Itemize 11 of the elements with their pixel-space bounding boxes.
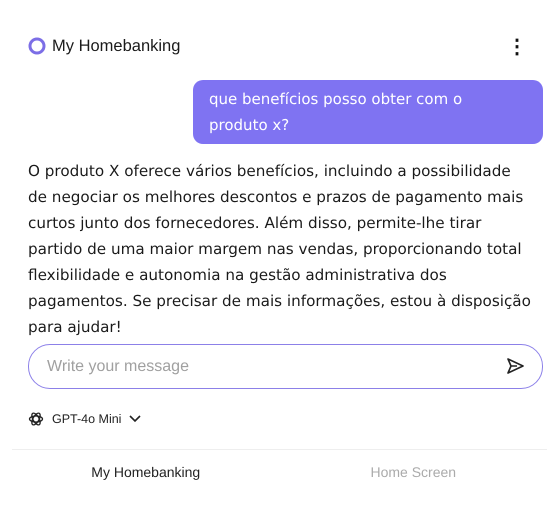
user-message-bubble: que benefícios posso obter com o produto x?	[193, 80, 543, 144]
more-menu-button[interactable]: ⋮	[503, 34, 531, 58]
logo-icon	[28, 37, 46, 55]
tab[interactable]: My Homebanking	[12, 450, 280, 494]
chevron-down-icon	[129, 415, 142, 423]
message-input-field[interactable]: Write your message	[28, 344, 543, 389]
assistant-message: O produto X oferece vários benefícios, incluindo a possibilidade de negociar os melhores descontos e prazos de pagamento mais curtos junto dos fornecedores. Além disso, permite-lhe tirar partido de uma maior margem nas vendas, proporcionando total flexibilidade e autonomia na gestão administrativa dos pagamentos. Se precisar de mais informações, estou à disposição para ajudar!	[28, 161, 532, 338]
model-logo-icon	[28, 411, 44, 427]
model-selector[interactable]: GPT-4o Mini	[52, 412, 142, 426]
app-title: My Homebanking	[52, 36, 180, 56]
send-icon[interactable]	[505, 357, 525, 375]
